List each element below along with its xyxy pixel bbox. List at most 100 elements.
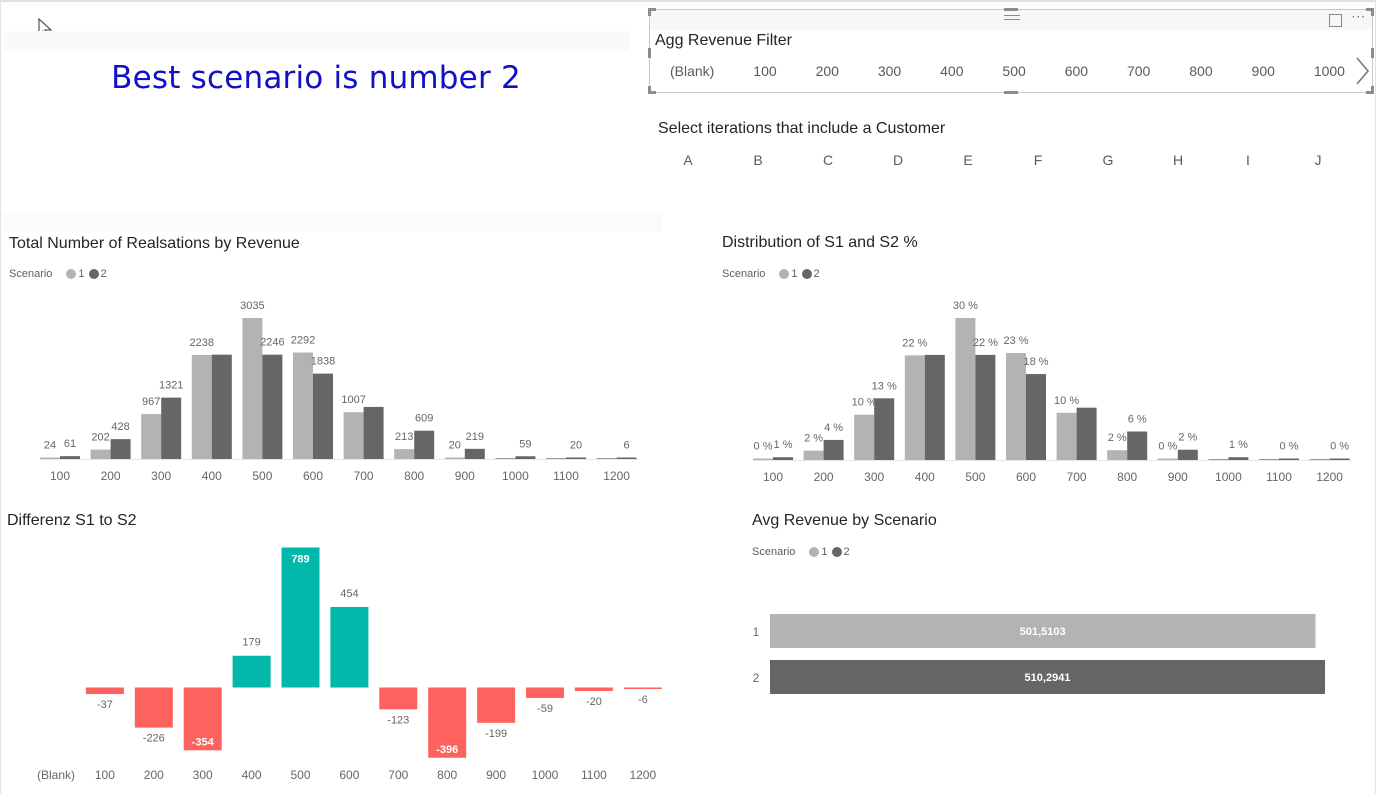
bar-scenario-1[interactable] xyxy=(1107,450,1128,460)
slicer-item[interactable]: F xyxy=(1028,152,1048,168)
bar-scenario-1[interactable] xyxy=(1006,353,1026,460)
bar-scenario-1[interactable] xyxy=(444,457,465,460)
bar-scenario-2[interactable] xyxy=(1076,407,1097,460)
bar-negative[interactable] xyxy=(85,687,124,695)
focus-mode-icon[interactable] xyxy=(1329,14,1342,27)
bar-scenario-1[interactable] xyxy=(90,449,111,459)
slicer-item[interactable]: 700 xyxy=(1127,63,1150,83)
slicer-item[interactable]: 600 xyxy=(1065,63,1088,83)
bar-scenario-2[interactable] xyxy=(515,456,536,459)
bar-scenario-2[interactable] xyxy=(1026,374,1046,460)
bar-scenario-2[interactable] xyxy=(110,439,131,459)
chart-avg-revenue[interactable]: 1 501,5103 2 510,2941 xyxy=(740,600,1376,710)
bar-scenario-1[interactable] xyxy=(40,457,60,460)
legend-label[interactable]: 2 xyxy=(101,268,107,280)
bar-scenario-2[interactable] xyxy=(60,456,80,459)
bar-scenario-2[interactable] xyxy=(1279,458,1299,461)
resize-handle[interactable] xyxy=(648,8,651,16)
slicer-item[interactable]: C xyxy=(818,152,838,168)
bar-scenario-1[interactable] xyxy=(1157,458,1178,461)
slicer-item[interactable]: I xyxy=(1238,152,1258,168)
legend-label[interactable]: 1 xyxy=(821,546,827,558)
slicer-item[interactable]: D xyxy=(888,152,908,168)
bar-scenario-2[interactable] xyxy=(975,354,996,460)
legend-label[interactable]: 1 xyxy=(791,268,797,280)
legend-label[interactable]: 2 xyxy=(814,268,820,280)
slicer-item[interactable]: A xyxy=(678,152,698,168)
bar-scenario-1[interactable] xyxy=(1259,459,1279,460)
bar-scenario-2[interactable] xyxy=(616,457,637,460)
slicer-item[interactable]: G xyxy=(1098,152,1118,168)
resize-handle[interactable] xyxy=(1371,48,1374,58)
resize-handle[interactable] xyxy=(648,86,651,94)
bar-negative[interactable] xyxy=(477,687,516,723)
bar-scenario-2[interactable] xyxy=(874,398,895,460)
bar-scenario-1[interactable] xyxy=(191,355,212,459)
chart-differenz[interactable]: (Blank) -37 100 -226 200 -354 300 179 400 789 500 4… xyxy=(0,535,670,794)
bar-scenario-1[interactable] xyxy=(753,458,773,461)
bar-scenario-2[interactable] xyxy=(262,354,283,459)
legend-label[interactable]: 2 xyxy=(844,546,850,558)
bar-scenario-1[interactable] xyxy=(343,412,364,459)
bar-scenario-2[interactable] xyxy=(1177,449,1198,460)
bar-scenario-2[interactable] xyxy=(313,373,333,459)
bar-scenario-2[interactable] xyxy=(924,354,945,460)
slicer-item[interactable]: 1000 xyxy=(1314,63,1345,83)
slicer-item[interactable]: E xyxy=(958,152,978,168)
slicer-item[interactable]: H xyxy=(1168,152,1188,168)
bar-scenario-2[interactable] xyxy=(211,354,232,459)
slicer-item[interactable]: B xyxy=(748,152,768,168)
bar-positive[interactable] xyxy=(232,655,271,688)
bar-scenario-1[interactable] xyxy=(293,352,313,459)
slicer-item[interactable]: 200 xyxy=(816,63,839,83)
bar-scenario-2[interactable] xyxy=(363,406,384,459)
slicer-item[interactable]: 900 xyxy=(1252,63,1275,83)
resize-handle[interactable] xyxy=(648,48,651,58)
resize-handle[interactable] xyxy=(1371,86,1374,94)
legend-label[interactable]: 1 xyxy=(78,268,84,280)
resize-handle[interactable] xyxy=(1371,8,1374,16)
bar-scenario-2[interactable] xyxy=(464,448,485,459)
agg-revenue-slicer[interactable]: ··· Agg Revenue Filter (Blank) 100 200 3… xyxy=(648,8,1374,94)
drag-grip-icon[interactable] xyxy=(1004,15,1020,23)
bar-scenario-1[interactable] xyxy=(495,458,516,459)
slicer-item[interactable]: J xyxy=(1308,152,1328,168)
slicer-item[interactable]: 800 xyxy=(1189,63,1212,83)
bar-negative[interactable] xyxy=(623,687,662,690)
bar-scenario-2[interactable] xyxy=(1127,431,1148,460)
chart-distribution[interactable]: 0 % 1 %1002 %4 %20010 %13 %30022 %40030 %… xyxy=(713,290,1376,490)
bar-scenario-1[interactable] xyxy=(1309,459,1330,460)
bar-scenario-2[interactable] xyxy=(161,397,182,459)
bar-negative[interactable] xyxy=(574,687,613,692)
bar-scenario-1[interactable] xyxy=(596,458,617,459)
bar-scenario-2[interactable] xyxy=(1228,457,1249,460)
bar-scenario-1[interactable] xyxy=(1208,459,1229,460)
bar-negative[interactable] xyxy=(134,687,173,728)
chevron-right-icon[interactable] xyxy=(1354,56,1370,86)
more-options-icon[interactable]: ··· xyxy=(1352,10,1366,24)
bar-negative[interactable] xyxy=(526,687,564,698)
bar-scenario-1[interactable] xyxy=(141,414,162,459)
chart-realisations[interactable]: 24 61100202428200967132130022384003035224… xyxy=(0,290,660,490)
slicer-item[interactable]: 300 xyxy=(878,63,901,83)
bar-scenario-2[interactable] xyxy=(823,439,844,460)
bar-scenario-2[interactable] xyxy=(773,457,793,460)
bar-scenario-2[interactable] xyxy=(1329,458,1350,461)
slicer-item[interactable]: 100 xyxy=(753,63,776,83)
bar-scenario-1[interactable] xyxy=(803,450,824,460)
bar-positive[interactable] xyxy=(281,547,320,688)
slicer-item[interactable]: 400 xyxy=(940,63,963,83)
bar-scenario-1[interactable] xyxy=(394,449,415,459)
resize-handle[interactable] xyxy=(1004,8,1018,11)
bar-scenario-1[interactable] xyxy=(904,355,925,460)
bar-negative[interactable] xyxy=(379,687,418,710)
bar-scenario-2[interactable] xyxy=(566,457,586,460)
bar-scenario-1[interactable] xyxy=(546,458,566,459)
slicer-item[interactable]: 500 xyxy=(1002,63,1025,83)
bar-scenario-1[interactable] xyxy=(1056,412,1077,460)
resize-handle[interactable] xyxy=(1004,91,1018,94)
bar-scenario-2[interactable] xyxy=(414,430,435,459)
slicer-item[interactable]: (Blank) xyxy=(670,63,714,83)
bar-scenario-1[interactable] xyxy=(854,414,875,460)
bar-positive[interactable] xyxy=(330,606,369,688)
